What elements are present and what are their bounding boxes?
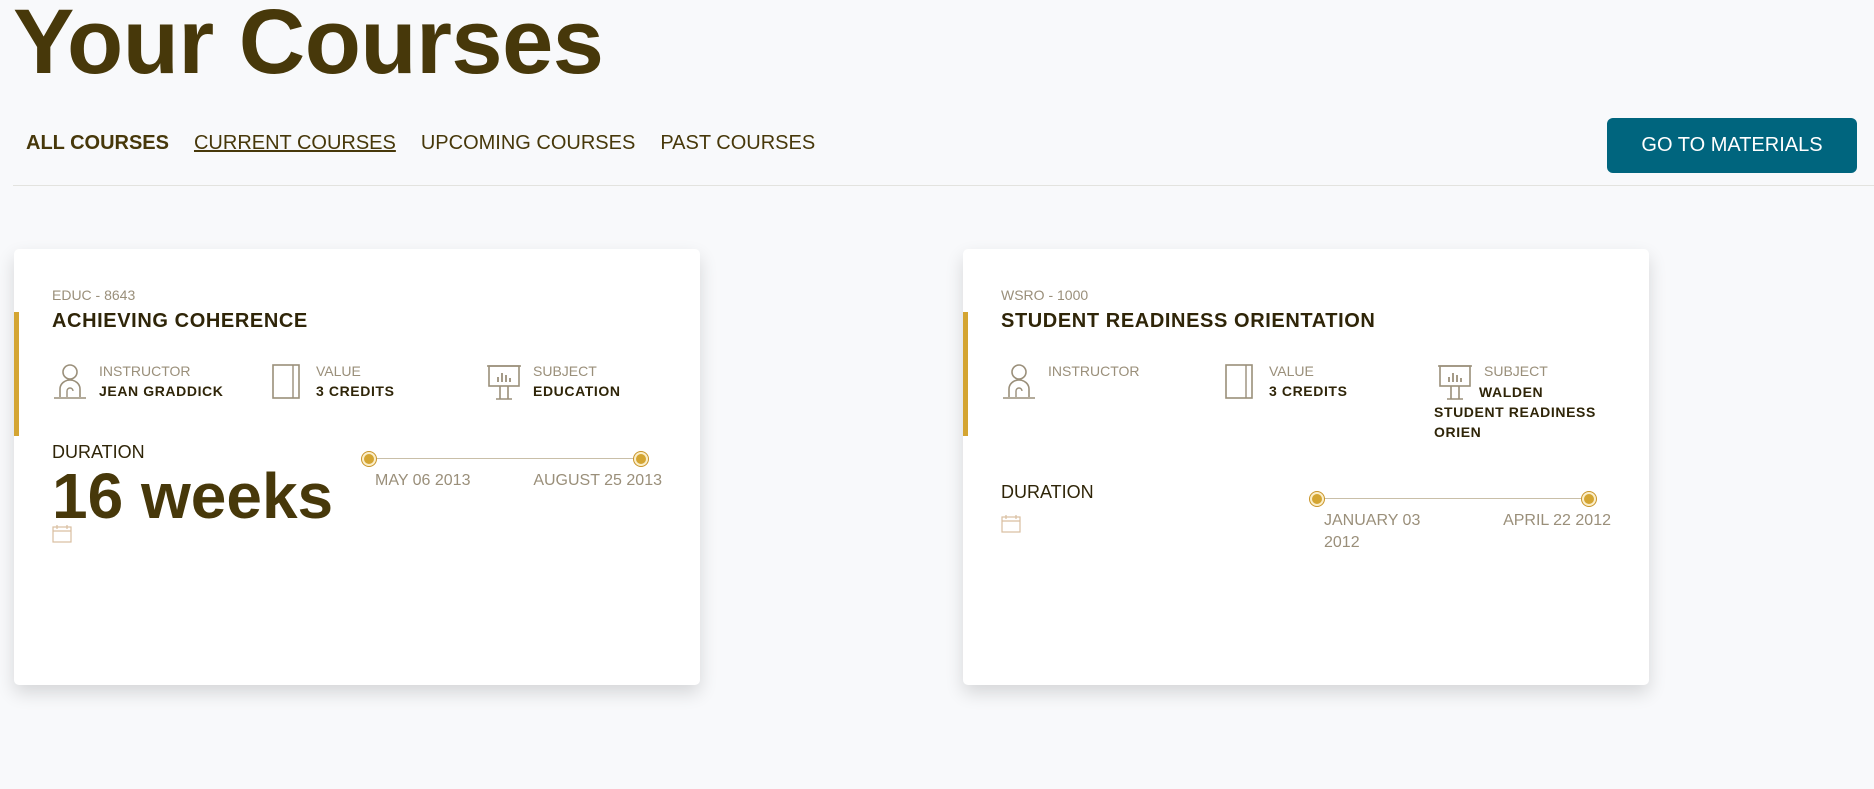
- instructor-label: INSTRUCTOR: [1048, 363, 1140, 379]
- instructor-icon: [1003, 364, 1035, 399]
- subject-value: EDUCATION: [533, 383, 621, 399]
- timeline-line: [1316, 498, 1590, 499]
- tab-upcoming-courses[interactable]: UPCOMING COURSES: [421, 130, 635, 156]
- instructor-value: JEAN GRADDICK: [99, 383, 224, 399]
- tab-all-courses[interactable]: ALL COURSES: [26, 130, 169, 156]
- instructor-icon: [54, 364, 86, 399]
- tab-past-courses[interactable]: PAST COURSES: [660, 130, 815, 156]
- timeline-line: [368, 458, 642, 459]
- subject-value: WALDEN STUDENT READINESS ORIEN: [1434, 384, 1596, 440]
- page-title: Your Courses: [13, 0, 604, 93]
- value-label: VALUE: [316, 363, 361, 379]
- subject-label: SUBJECT: [533, 363, 597, 379]
- value-label: VALUE: [1269, 363, 1314, 379]
- course-name: ACHIEVING COHERENCE: [52, 310, 308, 332]
- duration-timeline: [362, 452, 648, 466]
- end-date: AUGUST 25 2013: [533, 472, 662, 489]
- tab-current-courses[interactable]: CURRENT COURSES: [194, 130, 396, 156]
- calendar-icon: [1001, 515, 1021, 533]
- book-icon: [1225, 364, 1253, 399]
- instructor-label: INSTRUCTOR: [99, 363, 191, 379]
- course-card[interactable]: WSRO - 1000 STUDENT READINESS ORIENTATIO…: [963, 249, 1649, 685]
- presentation-board-icon: [487, 365, 521, 400]
- start-date: JANUARY 03 2012: [1324, 512, 1421, 551]
- timeline-start-dot: [1310, 492, 1324, 506]
- subject-label: SUBJECT: [1484, 363, 1548, 379]
- duration-label: DURATION: [1001, 482, 1094, 502]
- timeline-start-dot: [362, 452, 376, 466]
- go-to-materials-button[interactable]: GO TO MATERIALS: [1607, 118, 1857, 173]
- duration-timeline: [1310, 492, 1596, 506]
- course-filter-tabs: ALL COURSES CURRENT COURSES UPCOMING COU…: [26, 130, 815, 156]
- timeline-end-dot: [634, 452, 648, 466]
- value-value: 3 CREDITS: [1269, 383, 1348, 399]
- course-code: WSRO - 1000: [1001, 287, 1089, 303]
- card-accent-bar: [14, 312, 19, 436]
- header-divider: [13, 185, 1874, 186]
- value-value: 3 CREDITS: [316, 383, 395, 399]
- course-name: STUDENT READINESS ORIENTATION: [1001, 310, 1376, 332]
- book-icon: [272, 364, 300, 399]
- course-code: EDUC - 8643: [52, 287, 136, 303]
- course-card[interactable]: EDUC - 8643 ACHIEVING COHERENCE INSTRUCT…: [14, 249, 700, 685]
- timeline-end-dot: [1582, 492, 1596, 506]
- duration-value: 16 weeks: [52, 460, 334, 532]
- card-accent-bar: [963, 312, 968, 436]
- end-date: APRIL 22 2012: [1503, 512, 1611, 529]
- calendar-icon: [52, 525, 72, 543]
- start-date: MAY 06 2013: [375, 472, 471, 489]
